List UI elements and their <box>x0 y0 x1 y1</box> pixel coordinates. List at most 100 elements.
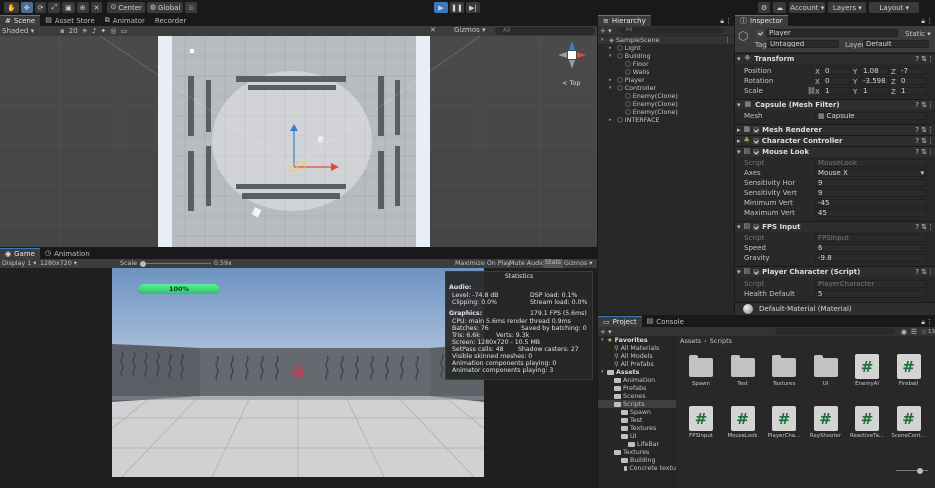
project-tree-item[interactable]: ⚲ All Models <box>598 352 676 360</box>
project-tree-item[interactable]: ▾ Assets <box>598 368 676 376</box>
project-eye-icon[interactable]: ◉ <box>901 328 907 336</box>
scale-tool-icon[interactable]: ⤢ <box>48 2 61 13</box>
maximize-on-play-toggle[interactable]: Maximize On Play <box>455 260 511 267</box>
hierarchy-item[interactable]: ▸ ⬡ Light <box>598 44 734 52</box>
position-z-axis-label[interactable]: Z <box>891 68 896 76</box>
project-tree-item[interactable]: LifeBar <box>598 440 676 448</box>
fps-input-checkbox[interactable] <box>753 223 760 230</box>
tag-dropdown[interactable]: Untagged <box>767 40 839 48</box>
project-tree-item[interactable]: Animation <box>598 376 676 384</box>
fps-input-header[interactable]: ▾ ▤ FPS Input ? ⇅ ⋮ <box>735 221 935 232</box>
project-tree-item[interactable]: ⚲ All Materials <box>598 344 676 352</box>
scene-search[interactable]: All <box>495 27 595 35</box>
gizmos-dropdown[interactable]: Gizmos ▾ <box>454 26 486 34</box>
scale-x-field[interactable]: 1 <box>822 86 851 95</box>
asset-script[interactable]: # FPSInput <box>684 406 718 439</box>
gravity-field[interactable]: -9.8 <box>815 253 927 262</box>
breadcrumb-scripts[interactable]: Scripts <box>710 337 732 345</box>
rotation-z-field[interactable]: 0 <box>898 76 927 85</box>
sens-hor-field[interactable]: 9 <box>815 178 927 187</box>
project-search[interactable] <box>775 328 895 335</box>
char-controller-menu-icon[interactable]: ⋮ <box>927 137 934 145</box>
player-character-menu-icon[interactable]: ⋮ <box>927 268 934 276</box>
object-active-checkbox[interactable] <box>757 30 763 36</box>
mute-audio-toggle[interactable]: Mute Audio <box>509 260 545 267</box>
account-dropdown[interactable]: Account ▾ <box>789 2 826 13</box>
stats-toggle[interactable]: Stats <box>543 259 564 268</box>
rotation-y-axis-label[interactable]: Y <box>853 78 857 86</box>
project-tree-item[interactable]: ⚲ All Prefabs <box>598 360 676 368</box>
min-vert-field[interactable]: -45 <box>815 198 927 207</box>
expand-arrow-icon[interactable]: ▸ <box>609 45 615 51</box>
resolution-dropdown[interactable]: 1280x720 ▾ <box>40 260 77 267</box>
fps-input-menu-icon[interactable]: ⋮ <box>927 223 934 231</box>
hierarchy-search[interactable]: All <box>619 27 724 34</box>
hierarchy-item[interactable]: ▸ ⬡ Player <box>598 76 734 84</box>
tab-recorder[interactable]: Recorder <box>150 15 191 26</box>
player-character-help-icon[interactable]: ? <box>915 268 919 276</box>
axes-dropdown[interactable]: Mouse X ▾ <box>815 168 927 177</box>
static-dropdown[interactable]: Static ▾ <box>905 30 931 38</box>
asset-script[interactable]: # MouseLook <box>726 406 760 439</box>
effects-icon[interactable]: ✦ <box>100 27 106 35</box>
project-tree-item[interactable]: Prefabs <box>598 384 676 392</box>
project-star-icon[interactable]: ☆ <box>921 328 927 336</box>
rect-tool-icon[interactable]: ▣ <box>62 2 75 13</box>
tab-animation[interactable]: ◷ Animation <box>40 248 95 259</box>
char-controller-header[interactable]: ▸ ♣ Character Controller ? ⇅ ⋮ <box>735 135 935 146</box>
tools-icon[interactable]: ✕ <box>430 26 436 34</box>
hierarchy-menu-icon[interactable]: ⋮ <box>725 17 732 25</box>
project-tree-item[interactable]: Spawn <box>598 408 676 416</box>
asset-folder[interactable]: Textures <box>767 354 801 387</box>
hierarchy-item[interactable]: ⬡ Walls <box>598 68 734 76</box>
scale-z-field[interactable]: 1 <box>898 86 927 95</box>
position-x-axis-label[interactable]: X <box>815 68 820 76</box>
project-tree-item[interactable]: Test <box>598 416 676 424</box>
display-dropdown[interactable]: Display 1 ▾ <box>2 260 36 267</box>
play-button[interactable]: ▶ <box>434 2 448 13</box>
project-tree-item[interactable]: Textures <box>598 424 676 432</box>
project-filter-icon[interactable]: ☰ <box>911 328 917 336</box>
hierarchy-item[interactable]: ⬡ Enemy(Clone) <box>598 108 734 116</box>
char-controller-checkbox[interactable] <box>752 137 759 144</box>
move-tool-icon[interactable]: ✥ <box>20 2 33 13</box>
icon-size-slider-handle[interactable] <box>917 467 923 474</box>
asset-folder[interactable]: Spawn <box>684 354 718 387</box>
mesh-filter-header[interactable]: ▾ ▦ Capsule (Mesh Filter) ? ⇅ ⋮ <box>735 99 935 110</box>
expand-arrow-icon[interactable]: ▾ <box>609 85 615 91</box>
health-default-field[interactable]: 5 <box>815 289 927 298</box>
tab-animator[interactable]: ⧉ Animator <box>100 15 150 26</box>
rotation-y-field[interactable]: -3.598 <box>860 76 889 85</box>
grid-value[interactable]: 20 <box>69 27 78 35</box>
asset-script[interactable]: # RayShooter <box>809 406 843 439</box>
char-controller-help-icon[interactable]: ? <box>915 137 919 145</box>
player-character-checkbox[interactable] <box>753 268 760 275</box>
scale-x-axis-label[interactable]: X <box>815 88 820 96</box>
hierarchy-item[interactable]: ▸ ⬡ INTERFACE <box>598 116 734 124</box>
tab-inspector[interactable]: ⓘ Inspector <box>735 15 788 26</box>
asset-script[interactable]: # PlayerCha... <box>767 406 801 439</box>
scale-y-axis-label[interactable]: Y <box>853 88 857 96</box>
hidden-icon[interactable]: ◎ <box>110 27 116 35</box>
speed-field[interactable]: 6 <box>815 243 927 252</box>
position-y-axis-label[interactable]: Y <box>853 68 857 76</box>
rotate-tool-icon[interactable]: ⟳ <box>34 2 47 13</box>
hierarchy-item[interactable]: ⬡ Enemy(Clone) <box>598 100 734 108</box>
step-button[interactable]: ▶| <box>466 2 480 13</box>
hierarchy-item[interactable]: ⬡ Enemy(Clone) <box>598 92 734 100</box>
fps-input-help-icon[interactable]: ? <box>915 223 919 231</box>
transform-menu-icon[interactable]: ⋮ <box>927 55 934 63</box>
tab-project[interactable]: ▭ Project <box>598 316 642 327</box>
expand-arrow-icon[interactable]: ▾ <box>601 37 607 43</box>
expand-arrow-icon[interactable]: ▸ <box>609 77 615 83</box>
asset-script[interactable]: # Fireball <box>892 354 926 387</box>
expand-arrow-icon[interactable]: ▾ <box>609 53 615 59</box>
transform-help-icon[interactable]: ? <box>915 55 919 63</box>
rotation-z-axis-label[interactable]: Z <box>891 78 896 86</box>
mesh-renderer-header[interactable]: ▸ ▦ Mesh Renderer ? ⇅ ⋮ <box>735 124 935 135</box>
tab-console[interactable]: ▤ Console <box>642 316 689 327</box>
custom-tool-icon[interactable]: ✕ <box>90 2 103 13</box>
tab-hierarchy[interactable]: ≡ Hierarchy <box>598 15 651 26</box>
project-add-button[interactable]: + ▾ <box>600 328 612 336</box>
mesh-renderer-menu-icon[interactable]: ⋮ <box>927 126 934 134</box>
